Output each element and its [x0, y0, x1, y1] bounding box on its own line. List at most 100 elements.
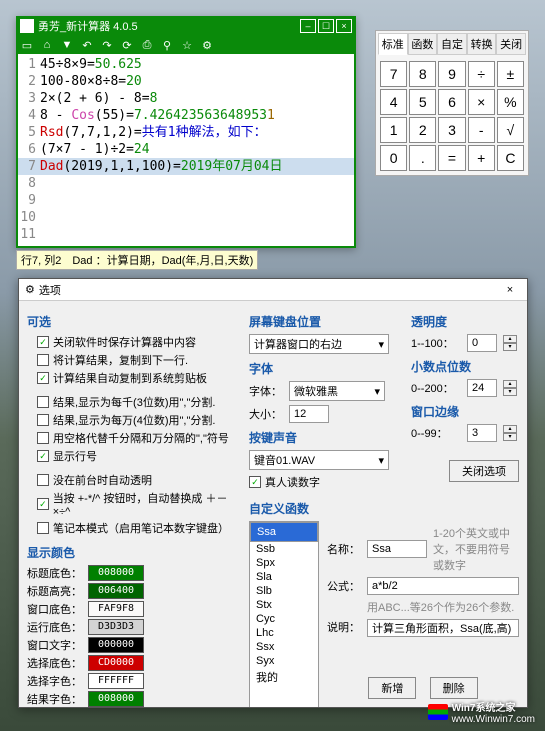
editor-line[interactable]: 6(7×7 - 1)÷2=24 [18, 141, 354, 158]
checkbox[interactable]: ✓ [37, 498, 49, 510]
key-7[interactable]: 7 [380, 61, 407, 87]
editor-line[interactable]: 10 [18, 209, 354, 226]
color-swatch[interactable]: 008000 [88, 691, 144, 707]
checkbox[interactable] [37, 432, 49, 444]
keypad-tab-1[interactable]: 函数 [408, 33, 438, 55]
key-C[interactable]: C [497, 145, 524, 171]
list-item[interactable]: Ssa [250, 522, 318, 542]
formula-input[interactable] [367, 577, 519, 595]
keypad-tab-0[interactable]: 标准 [378, 33, 408, 55]
font-name-select[interactable]: 微软雅黑▾ [289, 381, 385, 401]
editor-line[interactable]: 48 - Cos(55)=7.4264235636489531 [18, 107, 354, 124]
list-item[interactable]: Spx [250, 556, 318, 570]
list-item[interactable]: Sla [250, 570, 318, 584]
list-item[interactable]: Stx [250, 598, 318, 612]
editor-line[interactable]: 9 [18, 192, 354, 209]
key-4[interactable]: 4 [380, 89, 407, 115]
key-2[interactable]: 2 [409, 117, 436, 143]
border-input[interactable] [467, 424, 497, 442]
key-±[interactable]: ± [497, 61, 524, 87]
list-item[interactable]: Lhc [250, 626, 318, 640]
key-=[interactable]: = [438, 145, 465, 171]
keypad-tab-2[interactable]: 自定 [437, 33, 467, 55]
key-0[interactable]: 0 [380, 145, 407, 171]
keypad-tab-3[interactable]: 转换 [467, 33, 497, 55]
checkbox[interactable] [37, 522, 49, 534]
editor-area[interactable]: 145÷8×9=50.6252100-80×8÷8=2032×(2 + 6) -… [16, 54, 356, 248]
color-swatch[interactable]: D3D3D3 [88, 619, 144, 635]
border-spinner[interactable]: ▴▾ [503, 425, 517, 441]
list-item[interactable]: Ssb [250, 542, 318, 556]
checkbox[interactable] [37, 354, 49, 366]
color-swatch[interactable]: 006400 [88, 583, 144, 599]
keypad-tab-4[interactable]: 关闭 [496, 33, 526, 55]
zoom-icon[interactable]: ⚲ [160, 38, 174, 52]
key-√[interactable]: √ [497, 117, 524, 143]
editor-line[interactable]: 2100-80×8÷8=20 [18, 73, 354, 90]
font-size-input[interactable] [289, 405, 329, 423]
list-item[interactable]: Cyc [250, 612, 318, 626]
titlebar[interactable]: 勇芳_新计算器 4.0.5 – ☐ × [16, 16, 356, 36]
refresh-icon[interactable]: ⟳ [120, 38, 134, 52]
key-3[interactable]: 3 [438, 117, 465, 143]
dec-spinner[interactable]: ▴▾ [503, 380, 517, 396]
star-icon[interactable]: ☆ [180, 38, 194, 52]
redo-icon[interactable]: ↷ [100, 38, 114, 52]
dialog-titlebar[interactable]: ⚙ 选项 × [19, 279, 527, 301]
name-input[interactable] [367, 540, 427, 558]
editor-line[interactable]: 5Rsd(7,7,1,2)=共有1种解法，如下： [18, 124, 354, 141]
settings-icon[interactable]: ⚙ [200, 38, 214, 52]
dec-input[interactable] [467, 379, 497, 397]
screenkb-select[interactable]: 计算器窗口的右边▾ [249, 334, 389, 354]
checkbox[interactable] [37, 474, 49, 486]
checkbox[interactable]: ✓ [37, 450, 49, 462]
color-swatch[interactable]: CD0000 [88, 655, 144, 671]
color-swatch[interactable]: 000000 [88, 637, 144, 653]
new-icon[interactable]: ▭ [20, 38, 34, 52]
key-1[interactable]: 1 [380, 117, 407, 143]
list-item[interactable]: Slb [250, 584, 318, 598]
voice-checkbox[interactable]: ✓ [249, 476, 261, 488]
close-options-button[interactable]: 关闭选项 [449, 460, 519, 482]
sound-select[interactable]: 键音01.WAV▾ [249, 450, 389, 470]
key-5[interactable]: 5 [409, 89, 436, 115]
open-icon[interactable]: ⌂ [40, 38, 54, 52]
delete-button[interactable]: 删除 [430, 677, 478, 699]
dialog-close-button[interactable]: × [499, 281, 521, 299]
key-6[interactable]: 6 [438, 89, 465, 115]
editor-line[interactable]: 7Dad(2019,1,1,100)=2019年07月04日 [18, 158, 354, 175]
editor-line[interactable]: 32×(2 + 6) - 8=8 [18, 90, 354, 107]
key--[interactable]: - [468, 117, 495, 143]
trans-spinner[interactable]: ▴▾ [503, 335, 517, 351]
minimize-button[interactable]: – [300, 19, 316, 33]
checkbox[interactable]: ✓ [37, 336, 49, 348]
maximize-button[interactable]: ☐ [318, 19, 334, 33]
custom-function-list[interactable]: SsaSsbSpxSlaSlbStxCycLhcSsxSyx我的 [249, 521, 319, 707]
checkbox[interactable] [37, 396, 49, 408]
key-.[interactable]: . [409, 145, 436, 171]
print-icon[interactable]: ⎙ [140, 38, 154, 52]
key-×[interactable]: × [468, 89, 495, 115]
list-item[interactable]: 我的 [250, 668, 318, 686]
color-swatch[interactable]: FAF9F8 [88, 601, 144, 617]
save-icon[interactable]: ▼ [60, 38, 74, 52]
close-button[interactable]: × [336, 19, 352, 33]
desc-input[interactable] [367, 619, 519, 637]
color-swatch[interactable]: FFFFFF [88, 673, 144, 689]
checkbox[interactable] [37, 414, 49, 426]
undo-icon[interactable]: ↶ [80, 38, 94, 52]
add-button[interactable]: 新增 [368, 677, 416, 699]
editor-line[interactable]: 11 [18, 226, 354, 243]
key-8[interactable]: 8 [409, 61, 436, 87]
color-swatch[interactable]: 008000 [88, 565, 144, 581]
editor-line[interactable]: 145÷8×9=50.625 [18, 56, 354, 73]
editor-line[interactable]: 8 [18, 175, 354, 192]
key-9[interactable]: 9 [438, 61, 465, 87]
checkbox[interactable]: ✓ [37, 372, 49, 384]
list-item[interactable]: Ssx [250, 640, 318, 654]
key-+[interactable]: + [468, 145, 495, 171]
trans-input[interactable] [467, 334, 497, 352]
key-%[interactable]: % [497, 89, 524, 115]
key-÷[interactable]: ÷ [468, 61, 495, 87]
list-item[interactable]: Syx [250, 654, 318, 668]
